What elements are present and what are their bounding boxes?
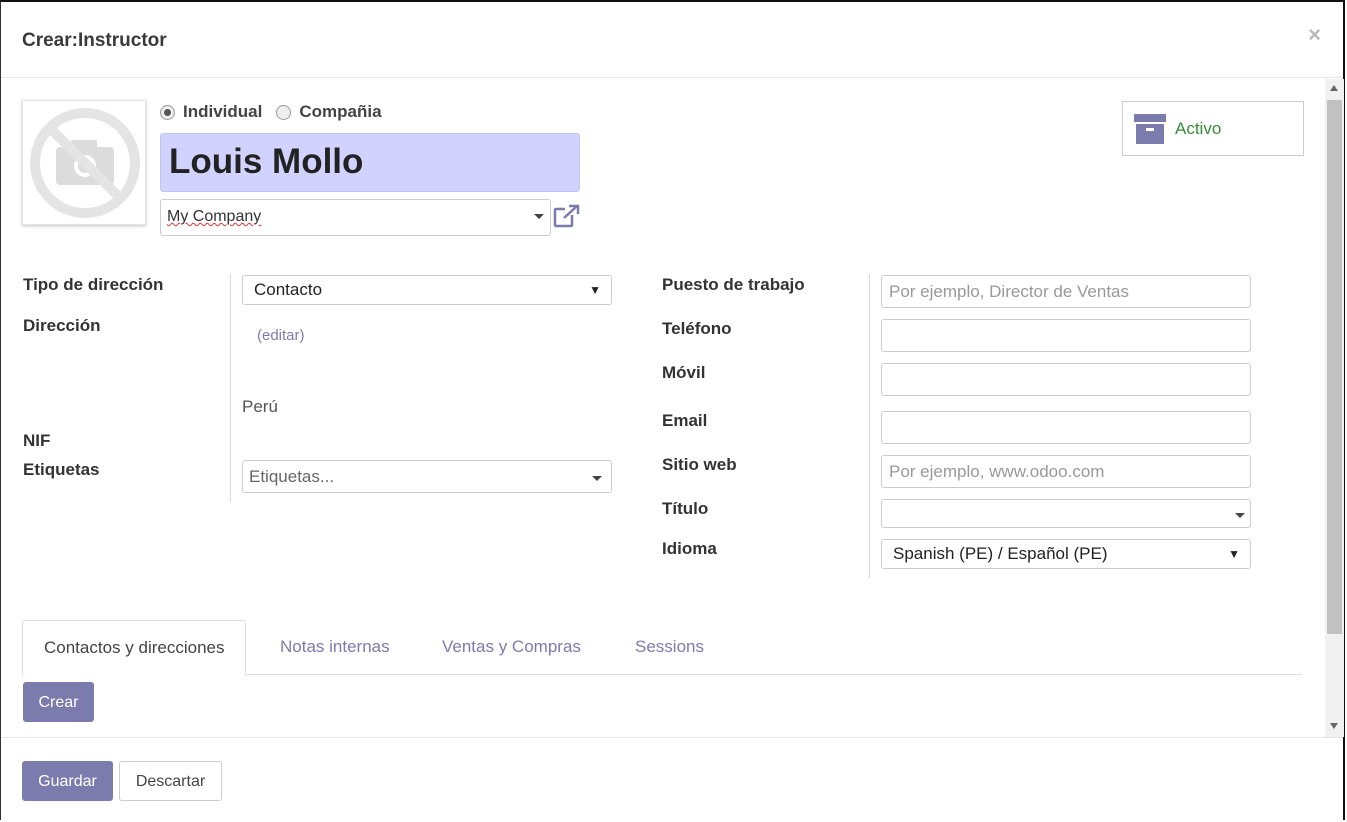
instructor-dialog: Crear:Instructor × Individual Compañia L…: [0, 0, 1345, 820]
chevron-down-icon[interactable]: [592, 476, 602, 481]
company-select[interactable]: My Company: [160, 199, 551, 236]
select-arrow-icon: ▼: [1228, 547, 1240, 561]
email-label: Email: [662, 411, 708, 430]
tags-input[interactable]: Etiquetas...: [242, 460, 612, 493]
active-label: Activo: [1175, 119, 1222, 138]
notebook-tabs: Contactos y direcciones Notas internas V…: [22, 620, 1302, 676]
tab-sales-purchases[interactable]: Ventas y Compras: [442, 620, 581, 675]
radio-unchecked-icon[interactable]: [276, 104, 292, 120]
job-position-input[interactable]: Por ejemplo, Director de Ventas: [881, 275, 1251, 308]
create-contact-button[interactable]: Crear: [23, 682, 94, 722]
tab-internal-notes[interactable]: Notas internas: [280, 620, 390, 675]
dialog-footer: Guardar Descartar: [1, 737, 1343, 822]
dialog-header: Crear:Instructor ×: [1, 2, 1343, 78]
save-button[interactable]: Guardar: [22, 761, 113, 801]
address-label: Dirección: [23, 316, 101, 335]
scroll-up-icon[interactable]: [1330, 85, 1338, 91]
radio-individual[interactable]: Individual: [160, 102, 262, 122]
title-select[interactable]: [881, 499, 1251, 528]
scroll-thumb[interactable]: [1327, 100, 1342, 634]
company-type-radio-group: Individual Compañia: [160, 102, 396, 122]
radio-company-label: Compañia: [299, 102, 382, 121]
radio-individual-label: Individual: [183, 102, 263, 121]
mobile-label: Móvil: [662, 363, 706, 382]
dialog-body: Individual Compañia Louis Mollo My Compa…: [1, 79, 1325, 737]
vertical-scrollbar[interactable]: [1325, 79, 1344, 737]
scroll-down-icon[interactable]: [1330, 723, 1338, 729]
language-select[interactable]: Spanish (PE) / Español (PE) ▼: [881, 539, 1251, 569]
job-position-placeholder: Por ejemplo, Director de Ventas: [889, 282, 1130, 301]
phone-input[interactable]: [881, 319, 1251, 352]
chevron-down-icon[interactable]: [1235, 513, 1245, 518]
radio-checked-icon[interactable]: [160, 104, 175, 120]
country-value: Perú: [242, 397, 278, 416]
chevron-down-icon[interactable]: [534, 214, 544, 219]
website-input[interactable]: Por ejemplo, www.odoo.com: [881, 455, 1251, 488]
tab-sessions[interactable]: Sessions: [635, 620, 704, 675]
website-label: Sitio web: [662, 455, 737, 474]
external-link-icon[interactable]: [553, 203, 581, 229]
right-group-divider: [869, 274, 870, 578]
address-type-label: Tipo de dirección: [23, 275, 164, 294]
close-icon[interactable]: ×: [1308, 24, 1321, 46]
phone-label: Teléfono: [662, 319, 732, 338]
tab-contacts-addresses[interactable]: Contactos y direcciones: [22, 620, 247, 676]
edit-address-link[interactable]: (editar): [257, 327, 305, 344]
address-type-value: Contacto: [254, 280, 323, 299]
radio-company[interactable]: Compañia: [276, 102, 382, 122]
archive-icon: [1134, 114, 1166, 144]
title-label: Título: [662, 499, 709, 518]
vat-label: NIF: [23, 431, 51, 450]
avatar-image[interactable]: [22, 100, 146, 225]
job-position-label: Puesto de trabajo: [662, 275, 805, 294]
tags-placeholder: Etiquetas...: [249, 467, 335, 486]
select-arrow-icon: ▼: [589, 283, 601, 297]
tags-label: Etiquetas: [23, 460, 100, 479]
mobile-input[interactable]: [881, 363, 1251, 396]
website-placeholder: Por ejemplo, www.odoo.com: [889, 462, 1105, 481]
no-photo-icon: [30, 108, 140, 218]
address-type-select[interactable]: Contacto ▼: [242, 275, 612, 305]
dialog-title: Crear:Instructor: [22, 30, 167, 51]
language-value: Spanish (PE) / Español (PE): [893, 544, 1108, 563]
discard-button[interactable]: Descartar: [119, 761, 222, 801]
name-input[interactable]: Louis Mollo: [160, 133, 580, 192]
email-input[interactable]: [881, 411, 1251, 444]
company-value: My Company: [167, 208, 262, 225]
active-toggle-button[interactable]: Activo: [1122, 101, 1304, 156]
left-group-divider: [230, 274, 231, 502]
language-label: Idioma: [662, 539, 717, 558]
